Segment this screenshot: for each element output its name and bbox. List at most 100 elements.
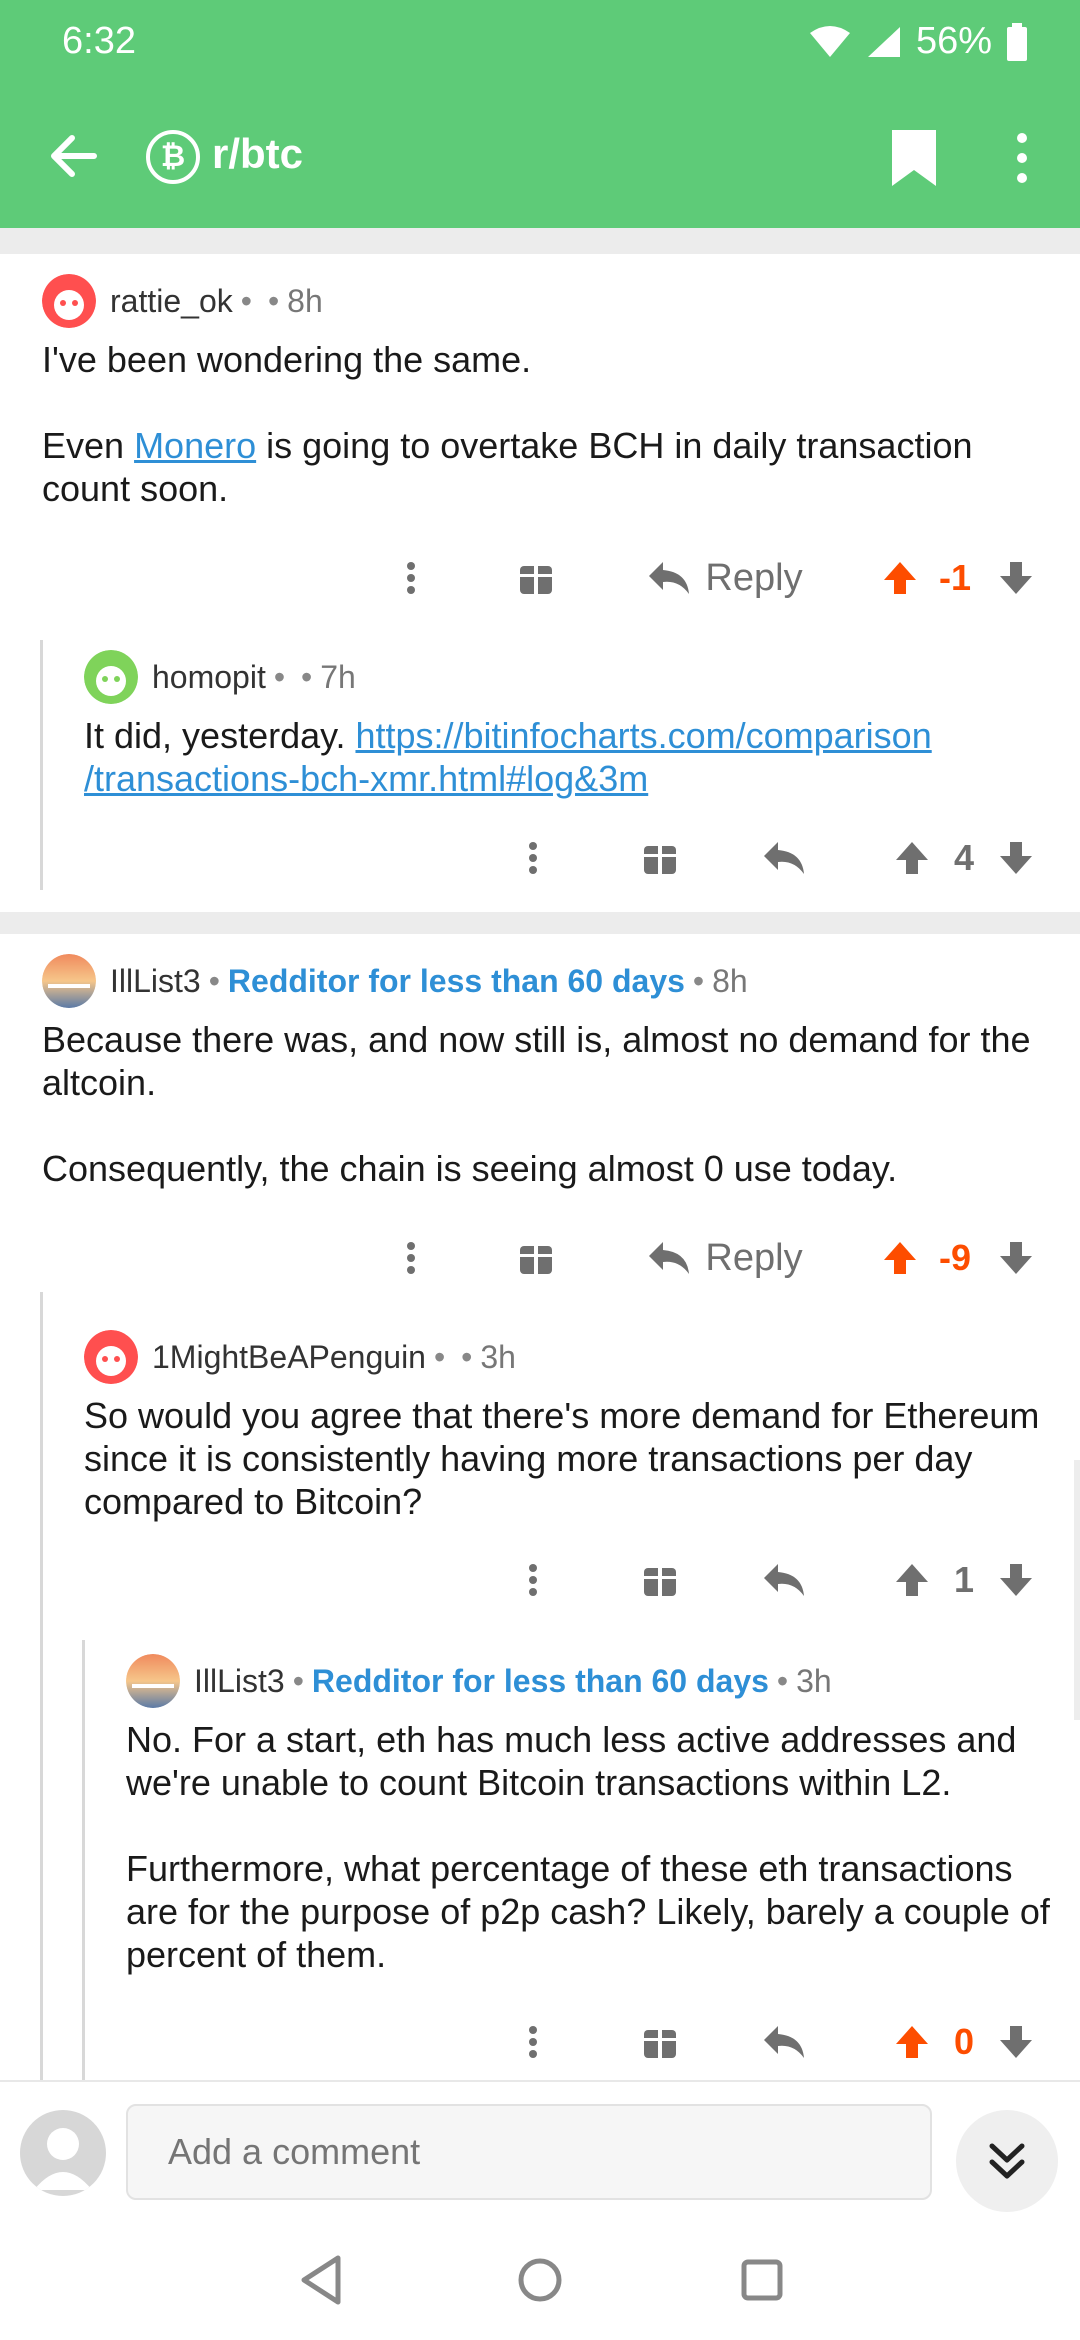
scroll-down-button[interactable] [956,2110,1058,2212]
comment-text: It did, yesterday. [84,715,356,756]
user-flair: Redditor for less than 60 days [311,1662,769,1699]
more-icon[interactable] [518,2012,548,2072]
comment-body: I've been wondering the same. Even Moner… [42,338,1042,510]
score: -9 [938,1237,971,1278]
separator-dot: • [240,282,252,319]
score: 1 [953,1559,975,1600]
comment-paragraph: Consequently, the chain is seeing almost… [42,1148,898,1189]
comment-author[interactable]: rattie_ok [110,283,233,320]
comment-time: 3h [796,1662,832,1699]
reply-button[interactable]: Reply [640,548,810,608]
comment-actions: Reply -9 [0,1228,1080,1288]
comment-body: So would you agree that there's more dem… [84,1394,1069,1523]
gift-icon[interactable] [642,2012,678,2072]
scrollbar[interactable] [1074,1460,1080,1720]
separator-dot: • [433,1338,446,1375]
gift-icon[interactable] [642,1550,678,1610]
comment-meta: rattie_ok • • 8h [42,274,323,328]
separator-dot: • [692,962,705,999]
comment-meta: IllList3 • Redditor for less than 60 day… [42,954,748,1008]
separator [0,228,1080,254]
upvote-icon[interactable] [892,828,932,888]
subreddit-title[interactable]: r/btc [212,130,303,178]
status-icons: 56% [808,20,1028,63]
upvote-icon[interactable] [892,2012,932,2072]
more-icon[interactable] [518,828,548,888]
upvote-icon[interactable] [880,1228,920,1288]
bitinfocharts-link-cont[interactable]: /transactions-bch-xmr.html#log&3m [84,758,648,799]
comment-actions: 0 [0,2012,1080,2072]
reply-icon[interactable] [762,1550,806,1610]
downvote-icon[interactable] [996,828,1036,888]
monero-link[interactable]: Monero [134,425,256,466]
separator-dot: • [301,658,313,695]
nav-home-icon[interactable] [510,2250,570,2310]
comment-paragraph: Furthermore, what percentage of these et… [126,1848,1050,1975]
bitinfocharts-link[interactable]: https://bitinfocharts.com/comparison [355,715,931,756]
reply-icon[interactable] [762,2012,806,2072]
comment-author[interactable]: IllList3 [110,963,201,1000]
comment-meta: 1MightBeAPenguin • • 3h [84,1330,516,1384]
snoo-avatar-icon[interactable] [84,650,138,704]
comment-actions: Reply -1 [0,548,1080,608]
comment-paragraph: Even Monero is going to overtake BCH in … [42,424,1042,510]
more-icon[interactable] [518,1550,548,1610]
downvote-icon[interactable] [996,2012,1036,2072]
reply-button[interactable]: Reply [640,1228,810,1288]
user-avatar-icon[interactable] [126,1654,180,1708]
wifi-icon [809,25,850,57]
battery-percent: 56% [915,20,992,62]
more-options-icon[interactable] [1000,126,1044,190]
more-icon[interactable] [396,548,426,608]
score: 0 [953,2021,975,2062]
status-bar: 6:32 56% [0,0,1080,80]
snoo-avatar-icon[interactable] [84,1330,138,1384]
reply-icon[interactable] [762,828,806,888]
reply-icon [649,1242,690,1274]
gift-icon[interactable] [518,548,554,608]
comment-body: Because there was, and now still is, alm… [42,1018,1052,1190]
back-arrow-icon[interactable] [44,126,104,186]
downvote-icon[interactable] [996,1228,1036,1288]
comment-author[interactable]: IllList3 [194,1663,285,1700]
status-time: 6:32 [62,20,136,62]
reply-label: Reply [705,1236,803,1279]
nav-recents-icon[interactable] [732,2250,792,2310]
double-chevron-down-icon [989,2143,1025,2179]
comment-meta: IllList3 • Redditor for less than 60 day… [126,1654,832,1708]
comment-body: No. For a start, eth has much less activ… [126,1718,1066,1976]
comment-time: 7h [320,658,356,695]
snoo-avatar-icon[interactable] [42,274,96,328]
comment-paragraph: No. For a start, eth has much less activ… [126,1719,1017,1803]
user-avatar-icon[interactable] [42,954,96,1008]
score: -1 [938,557,971,598]
comment-paragraph: I've been wondering the same. [42,339,532,380]
downvote-icon[interactable] [996,548,1036,608]
comment-paragraph: Because there was, and now still is, alm… [42,1019,1031,1103]
more-icon[interactable] [396,1228,426,1288]
comment-actions: 1 [0,1550,1080,1610]
bitcoin-icon: ₿ [146,130,200,184]
nav-back-icon[interactable] [292,2250,352,2310]
system-nav-bar [0,2220,1080,2340]
comment-time: 3h [480,1338,516,1375]
comment-author[interactable]: 1MightBeAPenguin [152,1339,426,1376]
score: 4 [953,837,975,878]
downvote-icon[interactable] [996,1550,1036,1610]
signal-icon [867,26,900,57]
comment-author[interactable]: homopit [152,659,266,696]
user-avatar-icon[interactable] [20,2110,106,2196]
comment-input[interactable] [126,2104,932,2200]
comment-time: 8h [287,282,323,319]
separator-dot: • [208,962,220,999]
thread-line [40,1292,43,2080]
comment-composer [0,2080,1080,2220]
upvote-icon[interactable] [892,1550,932,1610]
user-flair: Redditor for less than 60 days [227,962,685,999]
upvote-icon[interactable] [880,548,920,608]
separator-dot: • [461,1338,473,1375]
gift-icon[interactable] [518,1228,554,1288]
toolbar: ₿ r/btc [0,110,1080,200]
bookmark-icon[interactable] [884,126,944,190]
gift-icon[interactable] [642,828,678,888]
